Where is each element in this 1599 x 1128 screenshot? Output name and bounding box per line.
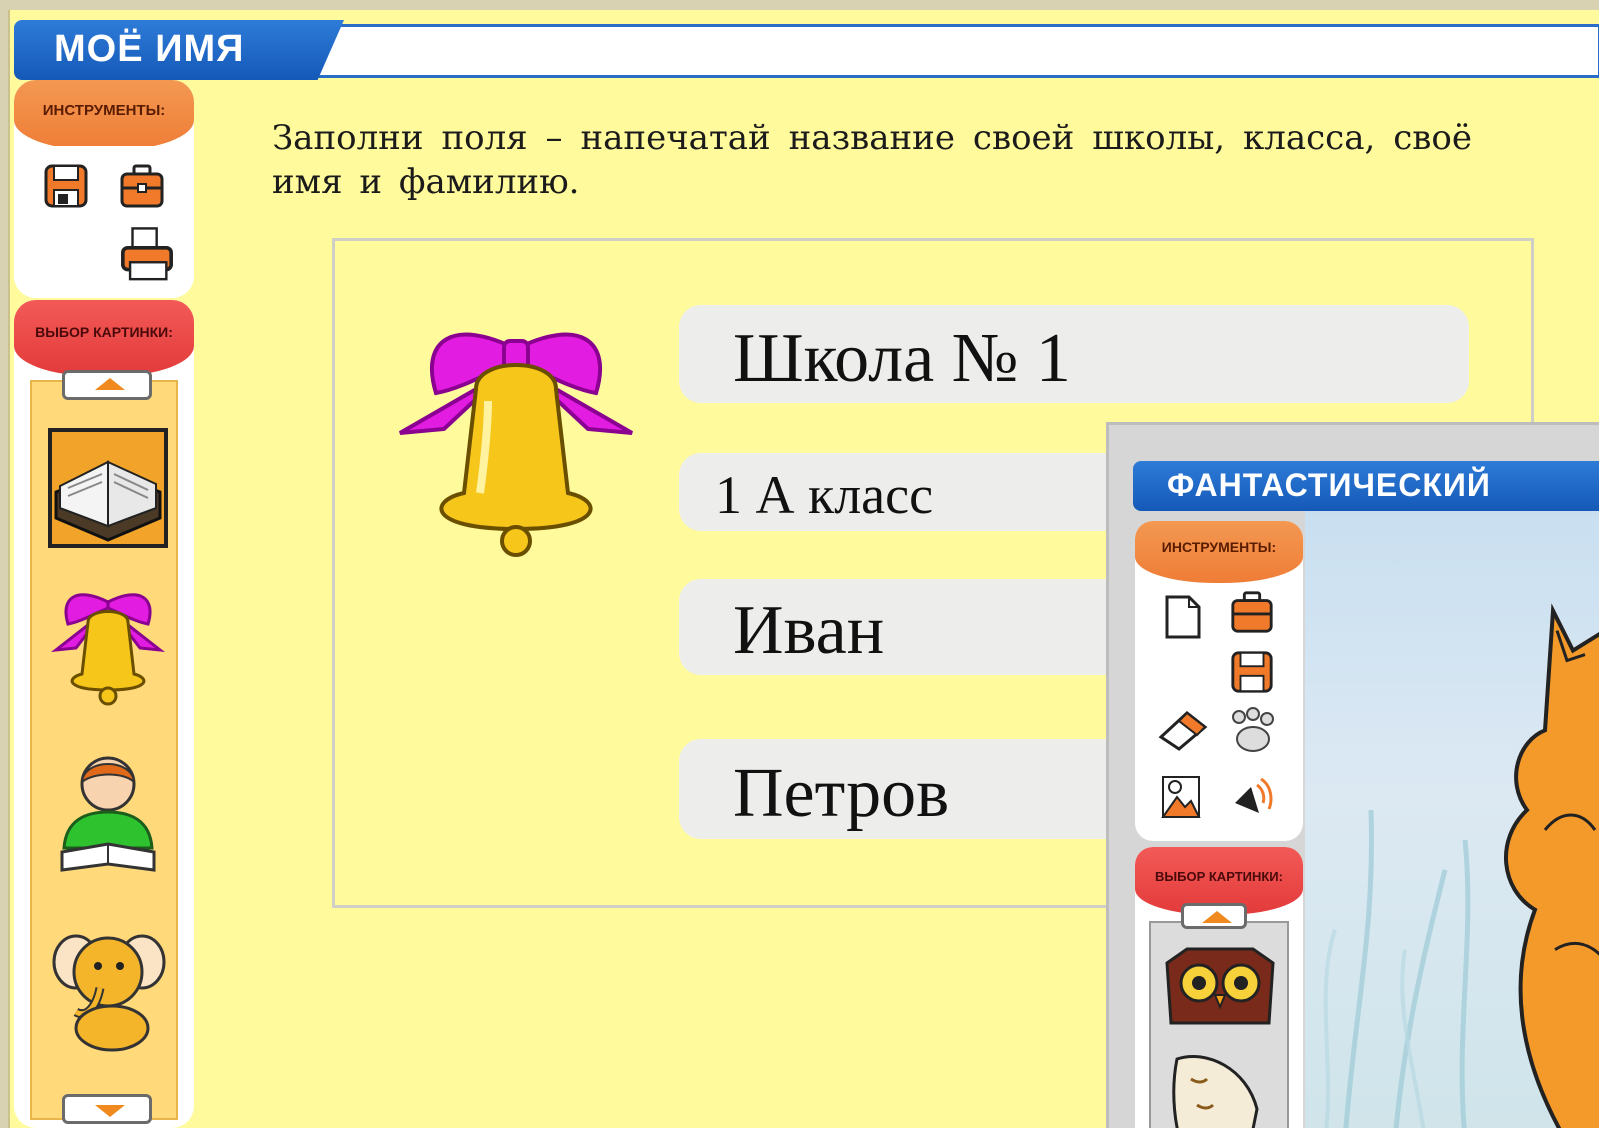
reading-boy-icon[interactable] — [46, 748, 170, 878]
fantasy-scene-image — [1323, 603, 1599, 1128]
paw-icon[interactable] — [1229, 707, 1275, 755]
fantasy-tools-panel: ИНСТРУМЕНТЫ: — [1135, 521, 1303, 841]
fantasy-window-title: ФАНТАСТИЧЕСКИЙ — [1167, 467, 1491, 503]
briefcase-icon[interactable] — [118, 162, 166, 210]
school-field[interactable] — [679, 305, 1469, 403]
fantasy-drawing-canvas[interactable] — [1305, 511, 1599, 1128]
tools-panel-header: ИНСТРУМЕНТЫ: — [14, 80, 194, 150]
arrow-down-icon — [95, 1105, 125, 1117]
owl-icon[interactable] — [1157, 943, 1283, 1039]
window-title: МОЁ ИМЯ — [54, 28, 245, 70]
save-icon[interactable] — [1229, 649, 1275, 695]
save-icon[interactable] — [42, 162, 90, 210]
my-name-window: МОЁ ИМЯ ИНСТРУМЕНТЫ: ВЫБОР КАРТИНКИ: Зап… — [8, 10, 1599, 1128]
elephant-icon[interactable] — [46, 922, 170, 1052]
instruction-text: Заполни поля – напечатай название своей … — [272, 118, 1472, 202]
picture-panel: ВЫБОР КАРТИНКИ: — [14, 300, 194, 1128]
picture-panel-header: ВЫБОР КАРТИНКИ: — [14, 300, 194, 376]
arrow-up-icon — [1202, 911, 1232, 923]
fantasy-scroll-up-button[interactable] — [1181, 903, 1247, 929]
bell-icon — [399, 332, 633, 557]
fantasy-picture-panel: ВЫБОР КАРТИНКИ: — [1135, 847, 1303, 1128]
printer-icon[interactable] — [118, 226, 176, 284]
picture-list — [30, 370, 178, 1124]
briefcase-icon[interactable] — [1229, 589, 1275, 635]
tools-panel-body — [14, 146, 194, 298]
sound-icon[interactable] — [1229, 773, 1277, 821]
book-icon[interactable] — [46, 422, 170, 552]
fantasy-picture-list — [1149, 903, 1289, 1128]
scroll-down-button[interactable] — [62, 1094, 152, 1124]
owl-feather-icon[interactable] — [1167, 1049, 1267, 1128]
fantasy-window[interactable]: ФАНТАСТИЧЕСКИЙ ИНСТРУМЕНТЫ: ВЫБОР КАРТИН… — [1106, 422, 1599, 1128]
fantasy-tools-header: ИНСТРУМЕНТЫ: — [1135, 521, 1303, 583]
tools-panel: ИНСТРУМЕНТЫ: — [14, 80, 194, 298]
bell-icon[interactable] — [46, 578, 170, 708]
picture-icon[interactable] — [1159, 773, 1203, 821]
arrow-up-icon — [95, 378, 125, 390]
title-bar: МОЁ ИМЯ — [10, 16, 1599, 80]
eraser-icon[interactable] — [1157, 707, 1209, 753]
title-bar-strip — [310, 24, 1599, 78]
new-page-icon[interactable] — [1163, 593, 1203, 641]
scroll-up-button[interactable] — [62, 370, 152, 400]
